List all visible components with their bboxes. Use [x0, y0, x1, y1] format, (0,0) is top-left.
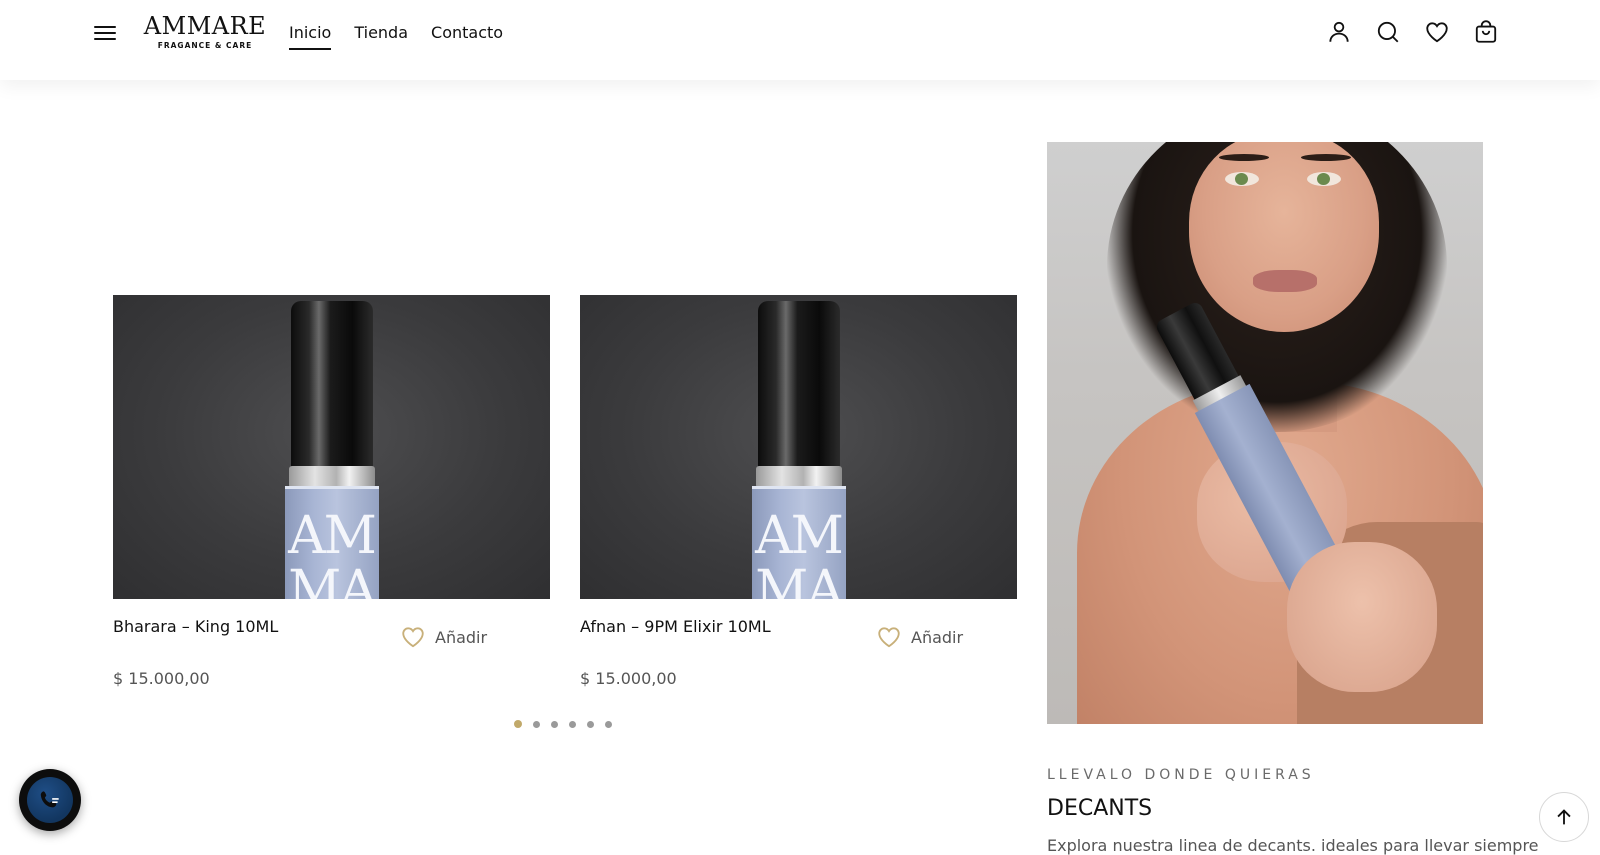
search-icon[interactable]: [1374, 18, 1402, 46]
bottle-label-text: AM MA: [288, 506, 377, 599]
product-image[interactable]: AM MA: [580, 295, 1017, 599]
account-icon[interactable]: [1325, 18, 1353, 46]
heart-icon: [402, 627, 424, 648]
main-nav: Inicio Tienda Contacto: [289, 22, 526, 50]
bottle-label-text: AM MA: [755, 506, 844, 599]
perfume-bottle-image: AM MA: [284, 301, 379, 599]
arrow-up-icon: [1557, 809, 1571, 825]
carousel-pagination: [514, 720, 623, 728]
promo-eyebrow: LLEVALO DONDE QUIERAS: [1047, 767, 1315, 783]
carousel-dot[interactable]: [605, 720, 612, 728]
logo-wordmark: AMMARE: [143, 12, 267, 40]
nav-item-tienda[interactable]: Tienda: [354, 22, 408, 50]
product-card[interactable]: AM MA Afnan – 9PM Elixir 10ML Añadir $ 1…: [580, 295, 1017, 688]
product-card[interactable]: AM MA Bharara – King 10ML Añadir $ 15.00…: [113, 295, 550, 688]
add-to-wishlist-button[interactable]: Añadir: [875, 624, 963, 650]
logo-tagline: FRAGANCE & CARE: [157, 41, 253, 50]
add-to-wishlist-button[interactable]: Añadir: [399, 624, 487, 650]
chat-widget-button[interactable]: [19, 769, 81, 831]
perfume-bottle-image: AM MA: [751, 301, 846, 599]
heart-icon: [878, 627, 900, 648]
site-header: AMMARE FRAGANCE & CARE Inicio Tienda Con…: [0, 0, 1600, 80]
hamburger-menu-icon[interactable]: [92, 22, 118, 44]
wishlist-heart-icon[interactable]: [1423, 18, 1451, 46]
carousel-dot[interactable]: [533, 720, 540, 728]
promo-description: Explora nuestra linea de decants. ideale…: [1047, 836, 1539, 855]
product-price: $ 15.000,00: [113, 669, 210, 688]
carousel-dot[interactable]: [569, 720, 576, 728]
chat-icon: [27, 777, 73, 823]
scroll-to-top-button[interactable]: [1539, 792, 1589, 842]
carousel-dot[interactable]: [514, 720, 522, 728]
shopping-bag-icon[interactable]: [1472, 18, 1500, 46]
carousel-dot[interactable]: [551, 720, 558, 728]
nav-item-inicio[interactable]: Inicio: [289, 22, 332, 50]
header-actions: [1304, 18, 1500, 46]
carousel-dot[interactable]: [587, 720, 594, 728]
promo-model-image: [1047, 142, 1483, 724]
brand-logo[interactable]: AMMARE FRAGANCE & CARE: [142, 14, 268, 50]
product-price: $ 15.000,00: [580, 669, 677, 688]
nav-item-contacto[interactable]: Contacto: [431, 22, 503, 50]
add-label: Añadir: [435, 627, 488, 647]
product-image[interactable]: AM MA: [113, 295, 550, 599]
add-label: Añadir: [911, 627, 964, 647]
promo-title: DECANTS: [1047, 796, 1153, 821]
